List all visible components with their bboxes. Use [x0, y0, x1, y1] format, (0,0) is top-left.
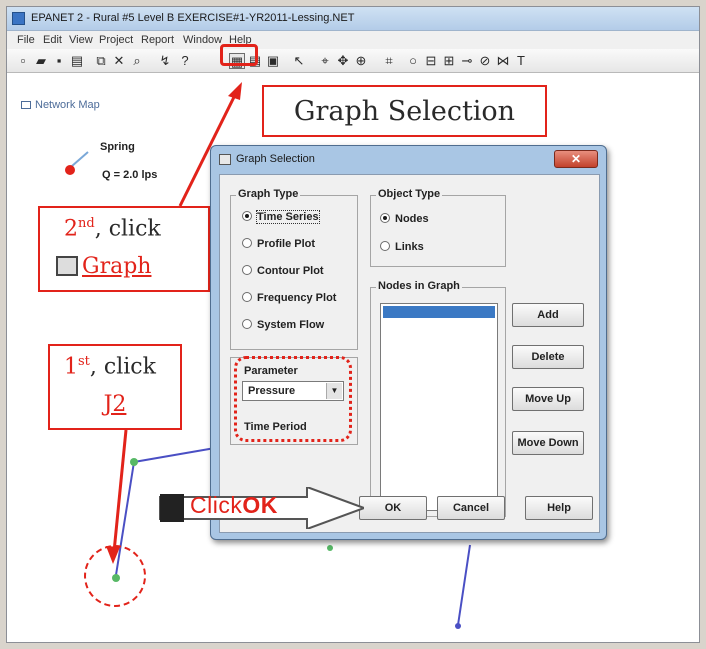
full-extent-icon[interactable]: ⌗: [381, 53, 397, 69]
radio-icon: [242, 238, 252, 248]
add-pipe-icon[interactable]: ⊸: [459, 53, 475, 69]
print-icon[interactable]: ▤: [69, 53, 85, 69]
menu-window[interactable]: Window: [183, 34, 222, 46]
step1-j2-link: J2: [103, 392, 127, 417]
flow-label: Q = 2.0 lps: [102, 169, 158, 181]
window-title: EPANET 2 - Rural #5 Level B EXERCISE#1-Y…: [31, 12, 355, 24]
move-down-button[interactable]: Move Down: [512, 431, 584, 455]
radio-frequency-plot[interactable]: Frequency Plot: [242, 292, 336, 304]
parameter-highlight: [234, 356, 352, 442]
graph-icon: [56, 256, 78, 276]
add-label-icon[interactable]: T: [513, 53, 529, 69]
menu-project[interactable]: Project: [99, 34, 133, 46]
radio-icon: [242, 265, 252, 275]
graph-selection-dialog: Graph Selection ✕ Graph Type Time Series…: [210, 145, 607, 540]
radio-nodes[interactable]: Nodes: [380, 213, 429, 225]
graph-type-label: Graph Type: [236, 188, 301, 200]
new-file-icon[interactable]: ▫: [15, 53, 31, 69]
radio-contour-plot[interactable]: Contour Plot: [242, 265, 324, 277]
graph-selection-callout-text: Graph Selection: [293, 96, 516, 127]
delete-button[interactable]: Delete: [512, 345, 584, 369]
open-folder-icon[interactable]: ▰: [33, 53, 49, 69]
add-button[interactable]: Add: [512, 303, 584, 327]
menu-bar: File Edit View Project Report Window Hel…: [7, 31, 699, 49]
select-arrow-icon[interactable]: ↖: [291, 53, 307, 69]
object-type-group: [370, 195, 506, 267]
title-bar: EPANET 2 - Rural #5 Level B EXERCISE#1-Y…: [7, 7, 699, 31]
step2-instruction: 2nd, click: [64, 216, 161, 242]
radio-icon: [242, 319, 252, 329]
click-ok-label: ClickOK: [190, 492, 278, 518]
step2-callout: 2nd, click Graph: [38, 206, 210, 292]
graph-selection-callout: Graph Selection: [262, 85, 547, 137]
move-up-button[interactable]: Move Up: [512, 387, 584, 411]
add-junction-icon[interactable]: ○: [405, 53, 421, 69]
radio-icon: [242, 292, 252, 302]
menu-file[interactable]: File: [17, 34, 35, 46]
dialog-body: Graph Type Time Series Profile Plot Cont…: [219, 174, 600, 533]
menu-report[interactable]: Report: [141, 34, 174, 46]
menu-edit[interactable]: Edit: [43, 34, 62, 46]
save-icon[interactable]: ▪: [51, 53, 67, 69]
radio-selected-icon: [242, 211, 252, 221]
network-map-panel-label: Network Map: [21, 99, 100, 111]
query-icon[interactable]: ?: [177, 53, 193, 69]
help-button[interactable]: Help: [525, 496, 593, 520]
radio-links[interactable]: Links: [380, 241, 424, 253]
object-type-label: Object Type: [376, 188, 443, 200]
zoom-icon[interactable]: ⊕: [353, 53, 369, 69]
map-icon: [21, 101, 31, 110]
pan-icon[interactable]: ✥: [335, 53, 351, 69]
options-icon[interactable]: ▣: [265, 53, 281, 69]
radio-selected-icon: [380, 213, 390, 223]
toolbar: ▫ ▰ ▪ ▤ ⧉ ✕ ⌕ ↯ ? ▦ ▤ ▣ ↖ ⌖ ✥ ⊕ ⌗ ○ ⊟ ⊞ …: [7, 49, 699, 73]
dialog-title: Graph Selection: [236, 153, 315, 165]
graph-icon: [219, 154, 231, 165]
radio-system-flow[interactable]: System Flow: [242, 319, 324, 331]
radio-time-series[interactable]: Time Series: [242, 210, 320, 224]
add-tank-icon[interactable]: ⊞: [441, 53, 457, 69]
step2-graph-link: Graph: [56, 254, 151, 279]
click-ok-arrow-tail: [160, 494, 184, 522]
nodes-in-graph-list[interactable]: [380, 303, 498, 511]
add-valve-icon[interactable]: ⋈: [495, 53, 511, 69]
find-icon[interactable]: ⌕: [129, 53, 145, 69]
reservoir-label: Spring: [100, 141, 135, 153]
add-reservoir-icon[interactable]: ⊟: [423, 53, 439, 69]
step1-instruction: 1st, click: [64, 354, 156, 380]
node-j2-highlight: [84, 545, 146, 607]
add-pump-icon[interactable]: ⊘: [477, 53, 493, 69]
radio-profile-plot[interactable]: Profile Plot: [242, 238, 315, 250]
epanet-app-icon: [12, 12, 25, 25]
cancel-button[interactable]: Cancel: [437, 496, 505, 520]
menu-view[interactable]: View: [69, 34, 93, 46]
close-icon[interactable]: ✕: [554, 150, 598, 168]
step1-callout: 1st, click J2: [48, 344, 182, 430]
radio-icon: [380, 241, 390, 251]
graph-button-highlight: [220, 44, 258, 66]
run-icon[interactable]: ↯: [157, 53, 173, 69]
list-item[interactable]: [383, 306, 495, 318]
copy-icon[interactable]: ⧉: [93, 53, 109, 69]
ok-button[interactable]: OK: [359, 496, 427, 520]
nodes-in-graph-label: Nodes in Graph: [376, 280, 462, 292]
delete-icon[interactable]: ✕: [111, 53, 127, 69]
vertex-icon[interactable]: ⌖: [317, 53, 333, 69]
